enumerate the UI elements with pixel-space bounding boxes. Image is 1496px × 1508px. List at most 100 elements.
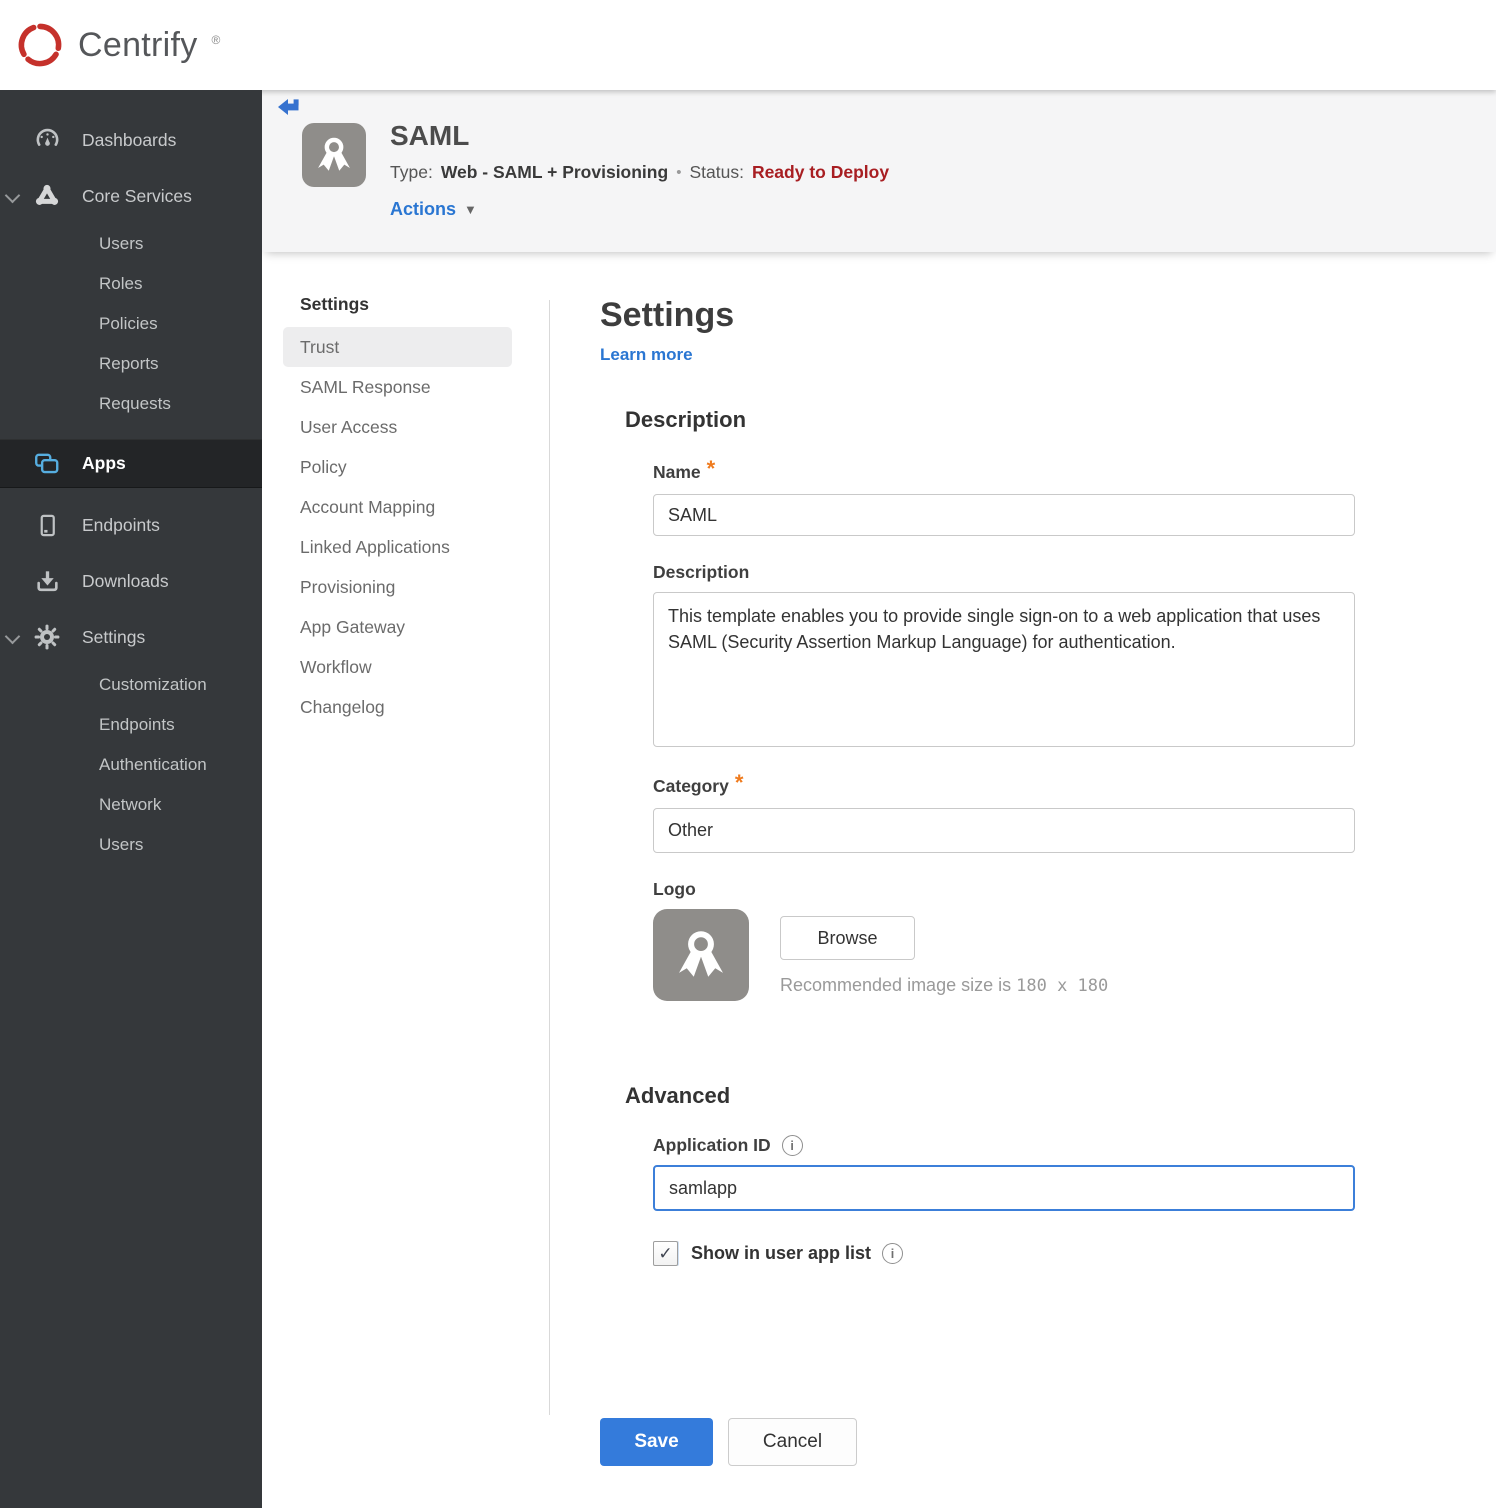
subnav-item-workflow[interactable]: Workflow — [283, 647, 512, 687]
subnav-item-saml-response[interactable]: SAML Response — [283, 367, 512, 407]
logo-label: Logo — [653, 879, 1370, 900]
vertical-divider — [549, 300, 550, 1415]
app-logo-icon — [302, 123, 366, 187]
sidebar-item-settings[interactable]: Settings — [0, 609, 262, 665]
sidebar-item-label: Apps — [82, 453, 126, 473]
sidebar-subitem-label: Users — [99, 835, 144, 854]
sidebar-item-roles[interactable]: Roles — [0, 264, 262, 304]
sidebar-item-authentication[interactable]: Authentication — [0, 745, 262, 785]
show-in-user-app-list-checkbox[interactable]: ✓ — [653, 1241, 678, 1266]
sidebar-item-label: Downloads — [82, 570, 169, 591]
info-icon[interactable]: i — [882, 1243, 904, 1264]
actions-button[interactable]: Actions ▼ — [390, 199, 477, 220]
gear-icon — [33, 623, 61, 651]
status-value: Ready to Deploy — [751, 162, 890, 182]
subnav-item-provisioning[interactable]: Provisioning — [283, 567, 512, 607]
recommended-size: 180 x 180 — [1016, 976, 1109, 996]
sidebar-subitem-label: Users — [99, 234, 144, 253]
sidebar-item-dashboards[interactable]: Dashboards — [0, 112, 262, 168]
subnav-item-trust[interactable]: Trust — [283, 327, 512, 367]
sidebar-item-requests[interactable]: Requests — [0, 384, 262, 424]
description-textarea[interactable] — [653, 592, 1355, 747]
form-footer: Save Cancel — [600, 1418, 1370, 1466]
sidebar-item-settings-users[interactable]: Users — [0, 825, 262, 865]
description-label-text: Description — [653, 562, 750, 582]
content-area: SAML Type: Web - SAML + Provisioning • S… — [262, 90, 1496, 1508]
browse-button[interactable]: Browse — [780, 916, 915, 960]
ribbon-icon — [679, 931, 723, 977]
application-id-label: Application ID i — [653, 1135, 1370, 1156]
sidebar-subitem-label: Requests — [99, 394, 171, 413]
subnav: Settings Trust SAML Response User Access… — [262, 252, 549, 727]
sidebar-item-customization[interactable]: Customization — [0, 665, 262, 705]
gauge-icon — [33, 126, 61, 154]
subnav-item-user-access[interactable]: User Access — [283, 407, 512, 447]
subnav-item-account-mapping[interactable]: Account Mapping — [283, 487, 512, 527]
sidebar-item-label: Settings — [82, 626, 146, 647]
brand-logo: Centrify ® — [14, 19, 220, 71]
sidebar-item-users[interactable]: Users — [0, 224, 262, 264]
type-value: Web - SAML + Provisioning — [440, 162, 669, 182]
application-id-label-text: Application ID — [653, 1135, 771, 1155]
sidebar-item-core-services[interactable]: Core Services — [0, 168, 262, 224]
category-label: Category * — [653, 770, 1370, 799]
show-in-user-app-list-label: Show in user app list i — [691, 1243, 904, 1264]
sidebar-item-network[interactable]: Network — [0, 785, 262, 825]
subnav-item-policy[interactable]: Policy — [283, 447, 512, 487]
sidebar-item-label: Endpoints — [82, 514, 160, 535]
sidebar-subitem-label: Network — [99, 795, 162, 814]
sidebar-subitem-label: Endpoints — [99, 715, 175, 734]
logo-controls: Browse Recommended image size is 180 x 1… — [780, 909, 1108, 1001]
recommended-size-text: Recommended image size is 180 x 180 — [780, 975, 1108, 996]
subnav-item-app-gateway[interactable]: App Gateway — [283, 607, 512, 647]
sidebar-item-reports[interactable]: Reports — [0, 344, 262, 384]
advanced-section-heading: Advanced — [625, 1083, 731, 1108]
settings-form: Settings Learn more Description Name * D… — [600, 252, 1370, 1466]
subnav-item-changelog[interactable]: Changelog — [283, 687, 512, 727]
sidebar: Dashboards Core Services Users Roles Pol… — [0, 90, 262, 1508]
sidebar-item-settings-endpoints[interactable]: Endpoints — [0, 705, 262, 745]
mobile-device-icon — [33, 511, 61, 539]
required-asterisk: * — [706, 456, 716, 481]
subnav-header: Settings — [300, 294, 370, 314]
brand-name: Centrify — [78, 25, 198, 64]
type-label: Type: — [390, 162, 433, 182]
download-icon — [33, 567, 61, 595]
recommended-prefix: Recommended image size is — [780, 975, 1012, 995]
cancel-button[interactable]: Cancel — [728, 1418, 857, 1466]
required-asterisk: * — [734, 770, 744, 795]
chevron-down-icon — [4, 628, 21, 645]
sidebar-subitem-label: Policies — [99, 314, 158, 333]
logo-label-text: Logo — [653, 879, 696, 899]
category-input[interactable] — [653, 808, 1355, 853]
sidebar-item-downloads[interactable]: Downloads — [0, 553, 262, 609]
learn-more-link[interactable]: Learn more — [600, 345, 693, 365]
info-icon[interactable]: i — [781, 1135, 803, 1156]
name-label: Name * — [653, 456, 1370, 485]
page-title: Settings — [600, 296, 735, 334]
sidebar-subitem-label: Authentication — [99, 755, 207, 774]
ribbon-icon — [318, 137, 350, 171]
centrify-swirl-icon — [18, 23, 62, 67]
save-button[interactable]: Save — [600, 1418, 713, 1466]
sidebar-subitem-label: Roles — [99, 274, 143, 293]
sidebar-item-label: Core Services — [82, 185, 192, 206]
apps-icon — [33, 450, 61, 478]
app-meta-line: Type: Web - SAML + Provisioning • Status… — [390, 162, 889, 183]
separator-dot: • — [676, 164, 682, 181]
subnav-item-linked-applications[interactable]: Linked Applications — [283, 527, 512, 567]
sidebar-item-policies[interactable]: Policies — [0, 304, 262, 344]
sidebar-item-label: Dashboards — [82, 129, 177, 150]
app-title: SAML — [390, 120, 470, 151]
name-input[interactable] — [653, 494, 1355, 536]
back-button[interactable] — [275, 95, 303, 119]
sidebar-subitem-label: Reports — [99, 354, 159, 373]
sidebar-item-endpoints[interactable]: Endpoints — [0, 497, 262, 553]
logo-preview — [653, 909, 749, 1001]
sidebar-item-apps[interactable]: Apps — [0, 439, 262, 488]
category-label-text: Category — [653, 775, 729, 796]
application-id-input[interactable] — [653, 1165, 1355, 1211]
name-label-text: Name — [653, 461, 701, 482]
top-bar: Centrify ® — [0, 0, 1496, 90]
app-header: SAML Type: Web - SAML + Provisioning • S… — [262, 90, 1496, 252]
